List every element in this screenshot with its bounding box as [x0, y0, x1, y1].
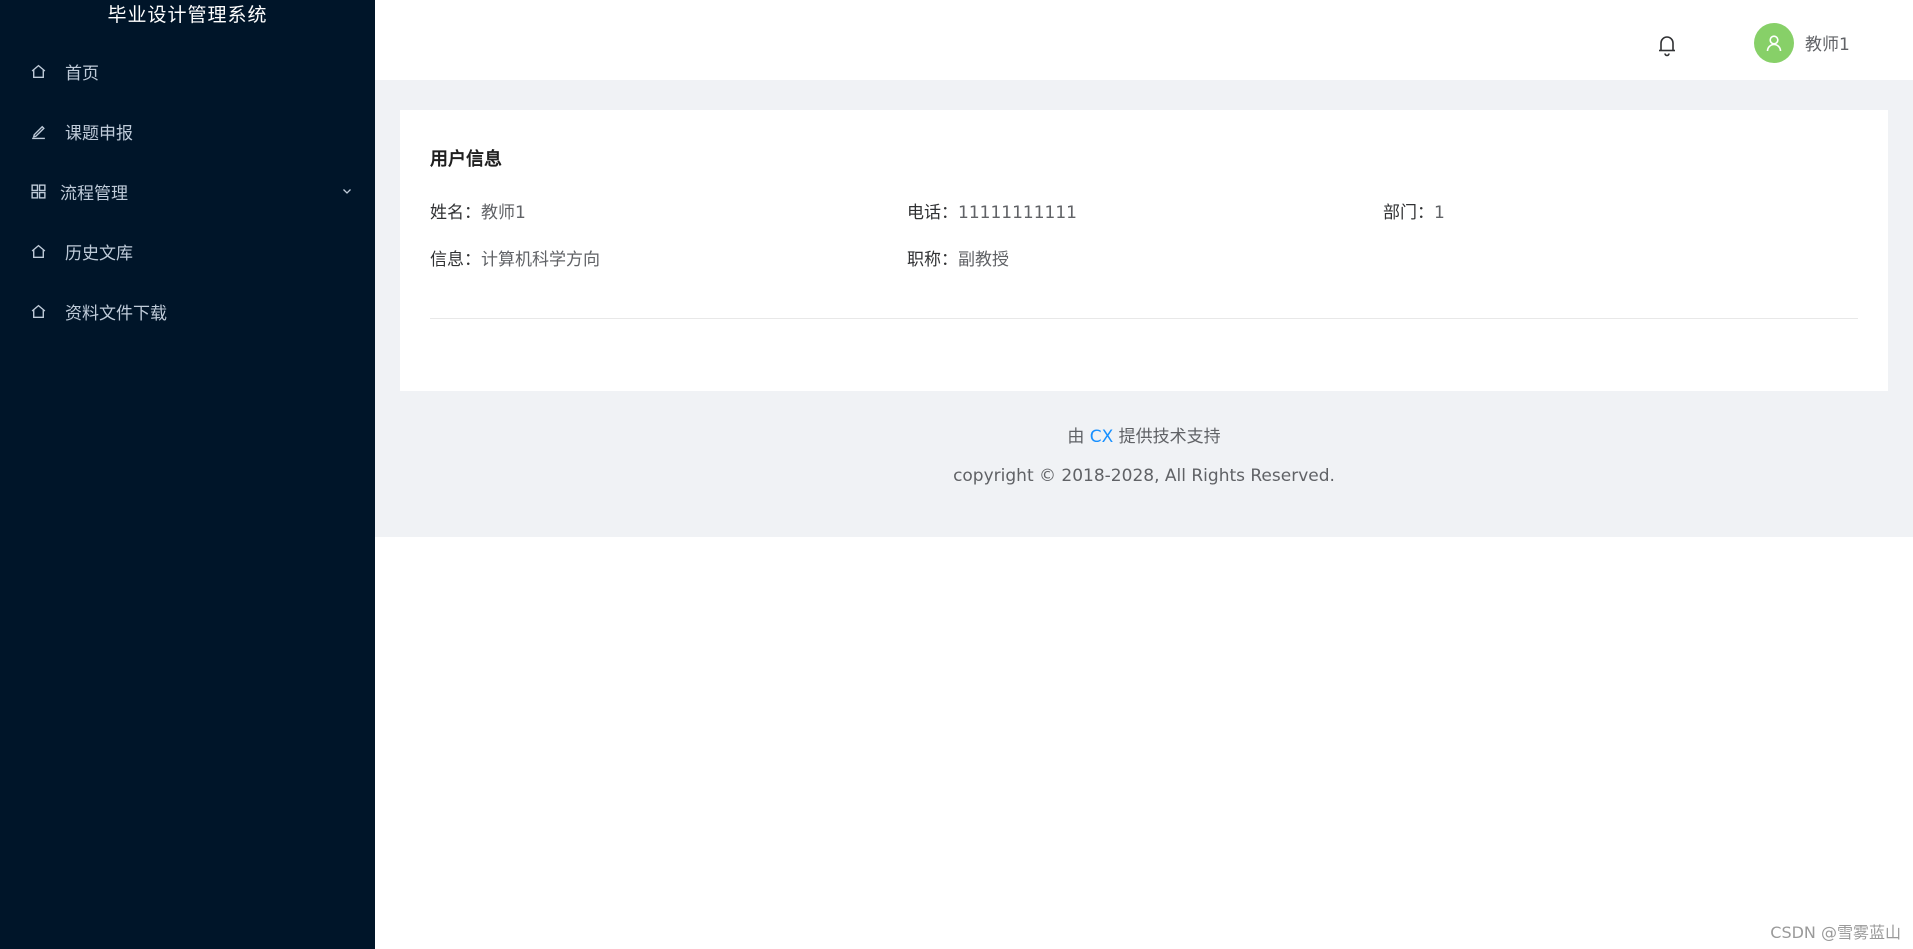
- grid-icon: [30, 183, 47, 200]
- field-label: 姓名：: [430, 203, 481, 223]
- sidebar: 毕业设计管理系统 首页 课题申报 流程管理 历史文库 资料文件下载: [0, 0, 375, 949]
- field-department: 部门：1: [1383, 198, 1445, 223]
- field-value: 1: [1434, 203, 1445, 223]
- app-title: 毕业设计管理系统: [107, 4, 268, 26]
- sidebar-item-label: 首页: [65, 63, 99, 84]
- sidebar-item-label: 资料文件下载: [65, 303, 167, 324]
- sidebar-item-label: 课题申报: [65, 123, 133, 144]
- home-icon: [30, 303, 47, 320]
- footer-copyright: copyright © 2018-2028, All Rights Reserv…: [953, 466, 1335, 486]
- avatar[interactable]: [1754, 23, 1794, 63]
- field-label: 电话：: [907, 203, 958, 223]
- bell-icon[interactable]: [1656, 33, 1678, 57]
- user-icon: [1766, 35, 1782, 52]
- field-info: 信息：计算机科学方向: [430, 245, 600, 270]
- field-phone: 电话：11111111111: [907, 198, 1077, 223]
- home-icon: [30, 63, 47, 80]
- field-label: 职称：: [907, 250, 958, 270]
- sidebar-item-home[interactable]: 首页: [0, 41, 375, 101]
- home-icon: [30, 243, 47, 260]
- support-prefix: 由: [1067, 427, 1090, 447]
- field-label: 信息：: [430, 250, 481, 270]
- footer-support: 由 CX 提供技术支持: [375, 422, 1913, 447]
- card-title: 用户信息: [430, 149, 502, 170]
- main-content: 用户信息 姓名：教师1 电话：11111111111 部门：1 信息：计算机科学…: [375, 80, 1913, 537]
- field-value: 计算机科学方向: [481, 250, 600, 270]
- sidebar-item-topic-apply[interactable]: 课题申报: [0, 101, 375, 161]
- support-link[interactable]: CX: [1090, 427, 1114, 447]
- username[interactable]: 教师1: [1805, 30, 1850, 55]
- sidebar-item-history-library[interactable]: 历史文库: [0, 221, 375, 281]
- field-label: 部门：: [1383, 203, 1434, 223]
- top-header: 教师1: [375, 0, 1913, 80]
- sidebar-item-label: 历史文库: [65, 243, 133, 264]
- sidebar-item-label: 流程管理: [60, 183, 128, 204]
- sidebar-item-process-management[interactable]: 流程管理: [0, 161, 375, 221]
- edit-icon: [30, 123, 47, 140]
- field-value: 副教授: [958, 250, 1009, 270]
- chevron-down-icon[interactable]: [341, 185, 353, 197]
- sidebar-item-file-download[interactable]: 资料文件下载: [0, 281, 375, 341]
- support-suffix: 提供技术支持: [1113, 427, 1221, 447]
- user-info-card: 用户信息 姓名：教师1 电话：11111111111 部门：1 信息：计算机科学…: [400, 110, 1888, 391]
- watermark: CSDN @雪雾蓝山: [1770, 923, 1901, 942]
- field-name: 姓名：教师1: [430, 198, 526, 223]
- field-job-title: 职称：副教授: [907, 245, 1009, 270]
- field-value: 教师1: [481, 203, 526, 223]
- field-value: 11111111111: [958, 203, 1077, 223]
- sidebar-menu: 首页 课题申报 流程管理 历史文库 资料文件下载: [0, 41, 375, 341]
- divider: [430, 318, 1858, 319]
